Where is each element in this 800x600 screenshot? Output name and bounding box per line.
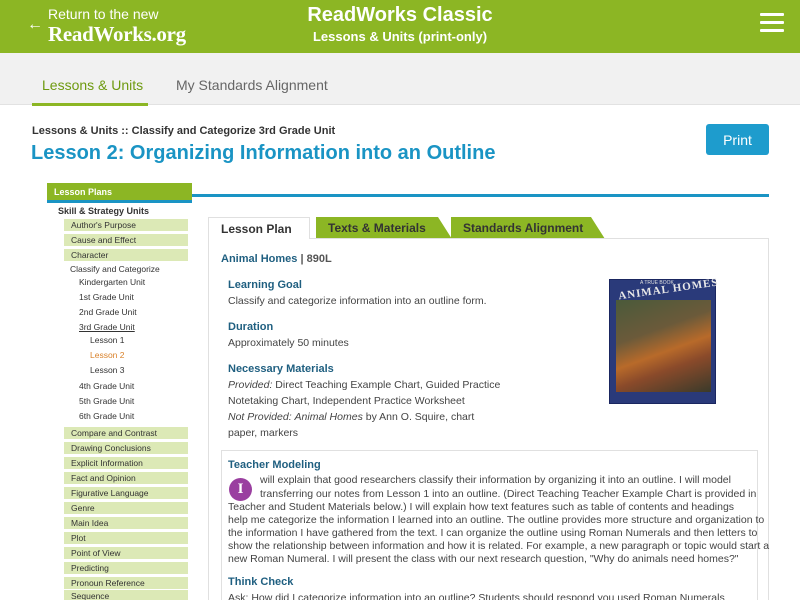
teacher-modeling-line: will explain that good researchers class… [260,474,731,486]
learning-goal-text: Classify and categorize information into… [228,295,487,307]
back-link-line1: Return to the new [48,6,159,22]
site-subtitle: Lessons & Units (print-only) [312,29,488,44]
sidebar-item-genre[interactable]: Genre [64,502,188,514]
sidebar-item-character[interactable]: Character [64,249,188,261]
teacher-modeling-line: Teacher and Student Materials below.) I … [228,501,735,513]
not-provided-line-1: Not Provided: Animal Homes by Ann O. Squ… [228,411,474,423]
teacher-modeling-line: transferring our notes from Lesson 1 int… [260,488,757,500]
tab-arrow [438,217,452,239]
print-button[interactable]: Print [706,124,769,155]
sidebar-item-figurative-language[interactable]: Figurative Language [64,487,188,499]
sidebar-grade-2nd[interactable]: 2nd Grade Unit [79,307,137,317]
sidebar-item-predicting[interactable]: Predicting [64,562,188,574]
sidebar-grade-kindergarten[interactable]: Kindergarten Unit [79,277,145,287]
sidebar-lesson-3[interactable]: Lesson 3 [90,365,125,375]
breadcrumb: Lessons & Units :: Classify and Categori… [32,125,336,137]
sidebar-item-compare-contrast[interactable]: Compare and Contrast [64,427,188,439]
learning-goal-heading: Learning Goal [228,279,302,291]
provided-line-1: Provided: Direct Teaching Example Chart,… [228,379,500,391]
left-arrow-icon: ← [27,16,43,33]
sidebar-item-plot[interactable]: Plot [64,532,188,544]
sidebar-grade-3rd[interactable]: 3rd Grade Unit [79,322,135,332]
sidebar-item-drawing-conclusions[interactable]: Drawing Conclusions [64,442,188,454]
text-title: Animal Homes | 890L [221,253,332,265]
think-check-heading: Think Check [228,576,294,588]
page-title: Lesson 2: Organizing Information into an… [31,142,496,164]
teacher-modeling-heading: Teacher Modeling [228,459,321,471]
tab-arrow [591,217,605,239]
provided-line-2: Notetaking Chart, Independent Practice W… [228,395,465,407]
sidebar-grade-4th[interactable]: 4th Grade Unit [79,381,134,391]
tab-lesson-plan[interactable]: Lesson Plan [208,217,310,239]
sidebar-grade-6th[interactable]: 6th Grade Unit [79,411,134,421]
sidebar-grade-5th[interactable]: 5th Grade Unit [79,396,134,406]
sidebar-lesson-1[interactable]: Lesson 1 [90,335,125,345]
sidebar-item-sequence[interactable]: Sequence [64,590,188,600]
teacher-modeling-line: the information I have gathered from the… [228,527,758,539]
sidebar-item-authors-purpose[interactable]: Author's Purpose [64,219,188,231]
site-title: ReadWorks Classic [307,4,493,26]
teacher-modeling-line: show the relationship between informatio… [228,540,770,552]
duration-text: Approximately 50 minutes [228,337,349,349]
materials-heading: Necessary Materials [228,363,334,375]
not-provided-rest: by Ann O. Squire, chart [365,411,475,423]
not-provided-line-2: paper, markers [228,427,299,439]
sidebar-header-lesson-plans[interactable]: Lesson Plans [47,183,192,203]
provided-text-1: Direct Teaching Example Chart, Guided Pr… [275,379,501,391]
not-provided-book: Animal Homes [294,411,363,423]
not-provided-label: Not Provided: [228,411,292,423]
tab-standards-alignment[interactable]: Standards Alignment [451,217,591,239]
think-check-text: Ask: How did I categorize information in… [228,592,725,600]
duration-heading: Duration [228,321,274,333]
hamburger-menu-icon[interactable] [760,13,784,35]
title-divider [192,194,769,197]
tab-my-standards-alignment[interactable]: My Standards Alignment [176,77,328,93]
sidebar-item-main-idea[interactable]: Main Idea [64,517,188,529]
sidebar-item-point-of-view[interactable]: Point of View [64,547,188,559]
book-cover-image: A TRUE BOOK ANIMAL HOMES [609,276,719,404]
sidebar-grade-1st[interactable]: 1st Grade Unit [79,292,134,302]
sidebar-subheader: Skill & Strategy Units [58,206,150,216]
text-title-link[interactable]: Animal Homes [221,253,297,265]
provided-label: Provided: [228,379,273,391]
sub-navigation: Lessons & Units My Standards Alignment [0,53,800,106]
tab-texts-materials[interactable]: Texts & Materials [316,217,438,239]
book-cover-photo [616,300,711,392]
tab-lessons-units[interactable]: Lessons & Units [42,77,143,93]
sidebar-item-classify-categorize[interactable]: Classify and Categorize [70,264,160,274]
active-tab-underline [32,103,148,106]
sidebar-item-explicit-information[interactable]: Explicit Information [64,457,188,469]
sidebar-item-pronoun-reference[interactable]: Pronoun Reference [64,577,188,589]
readworks-logo-text: ReadWorks.org [48,22,186,46]
sidebar-item-fact-opinion[interactable]: Fact and Opinion [64,472,188,484]
teacher-i-icon: I [229,478,252,501]
sidebar-item-cause-effect[interactable]: Cause and Effect [64,234,188,246]
teacher-modeling-line: new Roman Numeral. I will present the cl… [228,553,739,565]
teacher-modeling-line: help me categorize the information I lea… [228,514,765,526]
sidebar-lesson-2[interactable]: Lesson 2 [90,350,125,360]
top-header: ← Return to the new ReadWorks.org ReadWo… [0,0,800,53]
lexile-level: | 890L [300,253,332,265]
